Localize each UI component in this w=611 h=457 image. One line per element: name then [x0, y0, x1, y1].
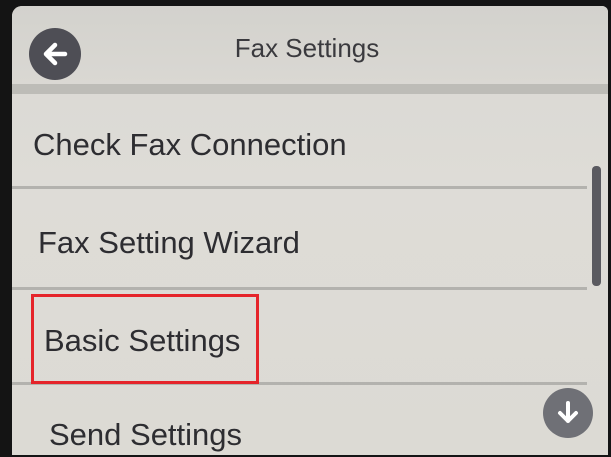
- arrow-down-icon: [558, 401, 578, 423]
- arrow-left-icon: [43, 42, 68, 66]
- menu-item-send-settings[interactable]: Send Settings: [12, 385, 587, 455]
- menu-item-label: Fax Setting Wizard: [38, 225, 300, 260]
- scroll-thumb[interactable]: [592, 166, 601, 286]
- menu-item-fax-setting-wizard[interactable]: Fax Setting Wizard: [12, 189, 587, 287]
- page-title: Fax Settings: [234, 33, 380, 63]
- menu-item-check-fax-connection[interactable]: Check Fax Connection: [12, 94, 587, 186]
- back-button[interactable]: [29, 28, 81, 80]
- menu-item-label: Send Settings: [49, 417, 243, 452]
- header-divider: [12, 84, 608, 94]
- header-bar: Fax Settings: [12, 6, 608, 86]
- touch-screen: Fax Settings Check Fax Connection Fax Se…: [12, 6, 608, 455]
- menu-item-label: Check Fax Connection: [33, 127, 347, 162]
- device-bezel: Fax Settings Check Fax Connection Fax Se…: [0, 0, 611, 457]
- scroll-down-button[interactable]: [543, 388, 593, 438]
- highlight-box: [31, 294, 259, 384]
